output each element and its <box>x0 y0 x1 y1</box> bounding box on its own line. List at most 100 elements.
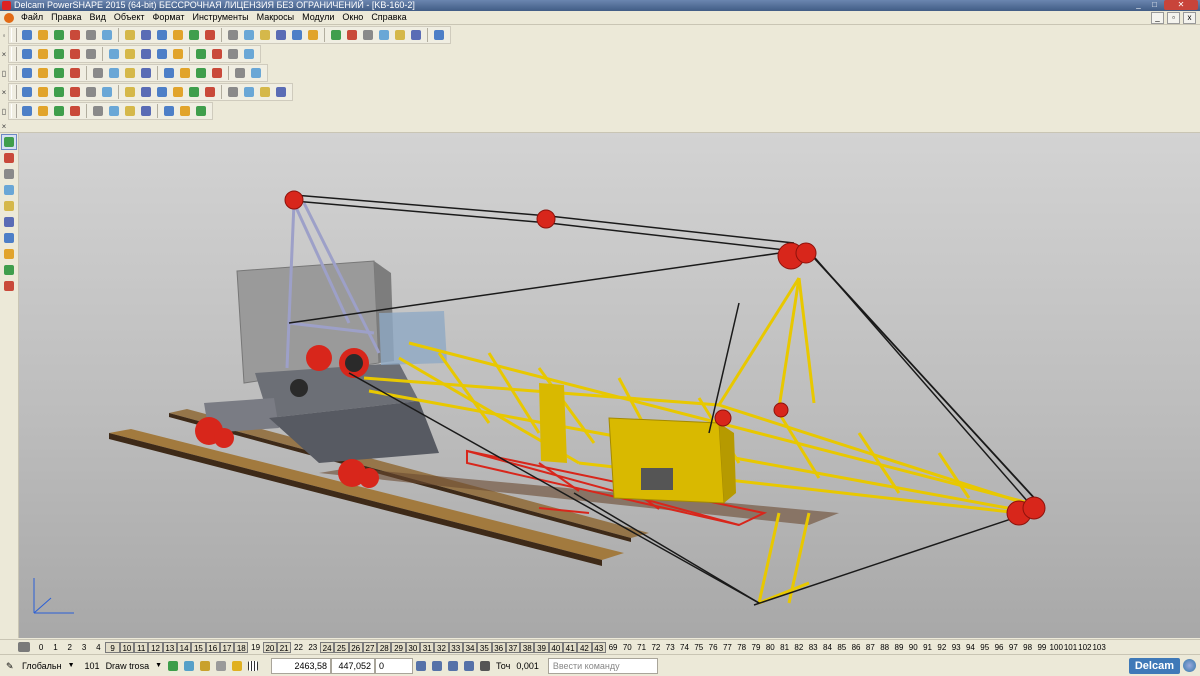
workplane-icon[interactable] <box>258 28 272 42</box>
level-button[interactable]: 97 <box>1006 642 1020 653</box>
level-button[interactable]: 28 <box>377 641 392 653</box>
level-button[interactable]: 43 <box>591 641 606 653</box>
wireframe-icon[interactable] <box>274 28 288 42</box>
calculator-icon[interactable] <box>462 659 476 673</box>
level-button[interactable]: 3 <box>77 642 91 653</box>
feature-pattern-icon[interactable] <box>68 104 82 118</box>
level-button[interactable]: 73 <box>663 642 677 653</box>
level-button[interactable]: 69 <box>606 642 620 653</box>
command-input[interactable]: Ввести команду <box>547 657 658 674</box>
select-icon[interactable] <box>1 134 17 150</box>
level-button[interactable]: 75 <box>692 642 706 653</box>
lights-icon[interactable] <box>242 47 256 61</box>
level-button[interactable]: 21 <box>277 641 292 653</box>
toolbar-close-icon[interactable]: × <box>0 88 8 97</box>
zoom-in-icon[interactable] <box>123 47 137 61</box>
component-constrain-icon[interactable] <box>123 85 137 99</box>
app-icon[interactable] <box>2 1 11 10</box>
level-button[interactable]: 26 <box>348 641 363 653</box>
level-button[interactable]: 70 <box>620 642 634 653</box>
level-button[interactable]: 83 <box>806 642 820 653</box>
level-button[interactable]: 27 <box>362 641 378 653</box>
level-button[interactable]: 100 <box>1049 642 1063 653</box>
assembly-settings-icon[interactable] <box>258 85 272 99</box>
menu-object[interactable]: Объект <box>110 11 149 24</box>
save-icon[interactable] <box>52 28 66 42</box>
level-button[interactable]: 11 <box>134 641 149 653</box>
multi-select-icon[interactable] <box>2 151 16 165</box>
level-button[interactable]: 38 <box>520 641 535 653</box>
solid-shell-icon[interactable] <box>233 66 247 80</box>
feature-rib-icon[interactable] <box>123 104 137 118</box>
level-button[interactable]: 35 <box>477 641 492 653</box>
level-button[interactable]: 89 <box>892 642 906 653</box>
level-button[interactable]: 1 <box>48 642 62 653</box>
level-button[interactable]: 19 <box>248 642 262 653</box>
level-button[interactable]: 90 <box>906 642 920 653</box>
toolbar-close-icon[interactable]: ▯ <box>0 107 8 116</box>
solid-fillet-icon[interactable] <box>194 66 208 80</box>
toolbar-close-icon[interactable]: ◦ <box>0 31 8 40</box>
toolbar-grip[interactable] <box>11 66 17 80</box>
document-icon[interactable] <box>4 12 14 23</box>
print-preview-icon[interactable] <box>100 28 114 42</box>
level-button[interactable]: 78 <box>735 642 749 653</box>
toolbar-close-icon[interactable]: ▯ <box>0 69 8 78</box>
level-button[interactable]: 25 <box>334 641 349 653</box>
solid-torus-icon[interactable] <box>107 66 121 80</box>
snap-grid-icon[interactable] <box>182 659 196 673</box>
close-button[interactable]: ✕ <box>1164 0 1198 10</box>
levels-icon[interactable] <box>18 642 30 652</box>
solid-cone-icon[interactable] <box>68 66 82 80</box>
curve-icon[interactable] <box>2 215 16 229</box>
component-mirror-icon[interactable] <box>100 85 114 99</box>
surface-extrude-icon[interactable] <box>36 47 50 61</box>
doc-minimize-button[interactable]: _ <box>1151 11 1164 24</box>
level-button[interactable]: 99 <box>1035 642 1049 653</box>
level-button[interactable]: 71 <box>634 642 648 653</box>
doc-close-button[interactable]: x <box>1183 11 1196 24</box>
level-button[interactable]: 80 <box>763 642 777 653</box>
assembly-explode-icon[interactable] <box>155 85 169 99</box>
feature-cut-icon[interactable] <box>36 104 50 118</box>
level-button[interactable]: 96 <box>992 642 1006 653</box>
menu-window[interactable]: Окно <box>338 11 367 24</box>
chevron-down-icon[interactable]: ▼ <box>152 662 165 669</box>
assembly-clash-icon[interactable] <box>226 85 240 99</box>
workplane-icon[interactable]: ✎ <box>3 659 19 673</box>
solid-new-icon[interactable] <box>20 66 34 80</box>
assembly-icon[interactable] <box>2 279 16 293</box>
level-button[interactable]: 87 <box>863 642 877 653</box>
solid-cylinder-icon[interactable] <box>52 66 66 80</box>
component-move-icon[interactable] <box>52 85 66 99</box>
workplane-value[interactable]: Глобальн <box>19 659 65 673</box>
doc-restore-button[interactable]: ▫ <box>1167 11 1180 24</box>
level-button[interactable]: 77 <box>720 642 734 653</box>
level-button[interactable]: 18 <box>234 641 249 653</box>
level-button[interactable]: 102 <box>1078 642 1092 653</box>
menu-modules[interactable]: Модули <box>298 11 338 24</box>
surface-block-icon[interactable] <box>68 47 82 61</box>
level-button[interactable]: 101 <box>1063 642 1077 653</box>
menu-help[interactable]: Справка <box>367 11 410 24</box>
dimension-icon[interactable] <box>2 247 16 261</box>
workplane-icon[interactable] <box>198 659 212 673</box>
menu-tools[interactable]: Инструменты <box>188 11 252 24</box>
toolbar-close-icon[interactable]: × <box>0 50 8 59</box>
polar-icon[interactable] <box>446 659 460 673</box>
minimize-button[interactable]: _ <box>1132 0 1145 10</box>
level-button[interactable]: 29 <box>391 641 406 653</box>
chevron-down-icon[interactable]: ▼ <box>65 662 78 669</box>
solid-draft-icon[interactable] <box>249 66 263 80</box>
level-button[interactable]: 15 <box>191 641 206 653</box>
level-button[interactable]: 42 <box>577 641 592 653</box>
level-button[interactable]: 40 <box>548 641 563 653</box>
solid-icon[interactable] <box>2 199 16 213</box>
menu-view[interactable]: Вид <box>86 11 110 24</box>
view-spin-icon[interactable] <box>432 28 446 42</box>
select-all-icon[interactable] <box>242 28 256 42</box>
general-edit-icon[interactable] <box>2 167 16 181</box>
menu-format[interactable]: Формат <box>149 11 189 24</box>
level-button[interactable]: 84 <box>820 642 834 653</box>
render-icon[interactable] <box>226 47 240 61</box>
